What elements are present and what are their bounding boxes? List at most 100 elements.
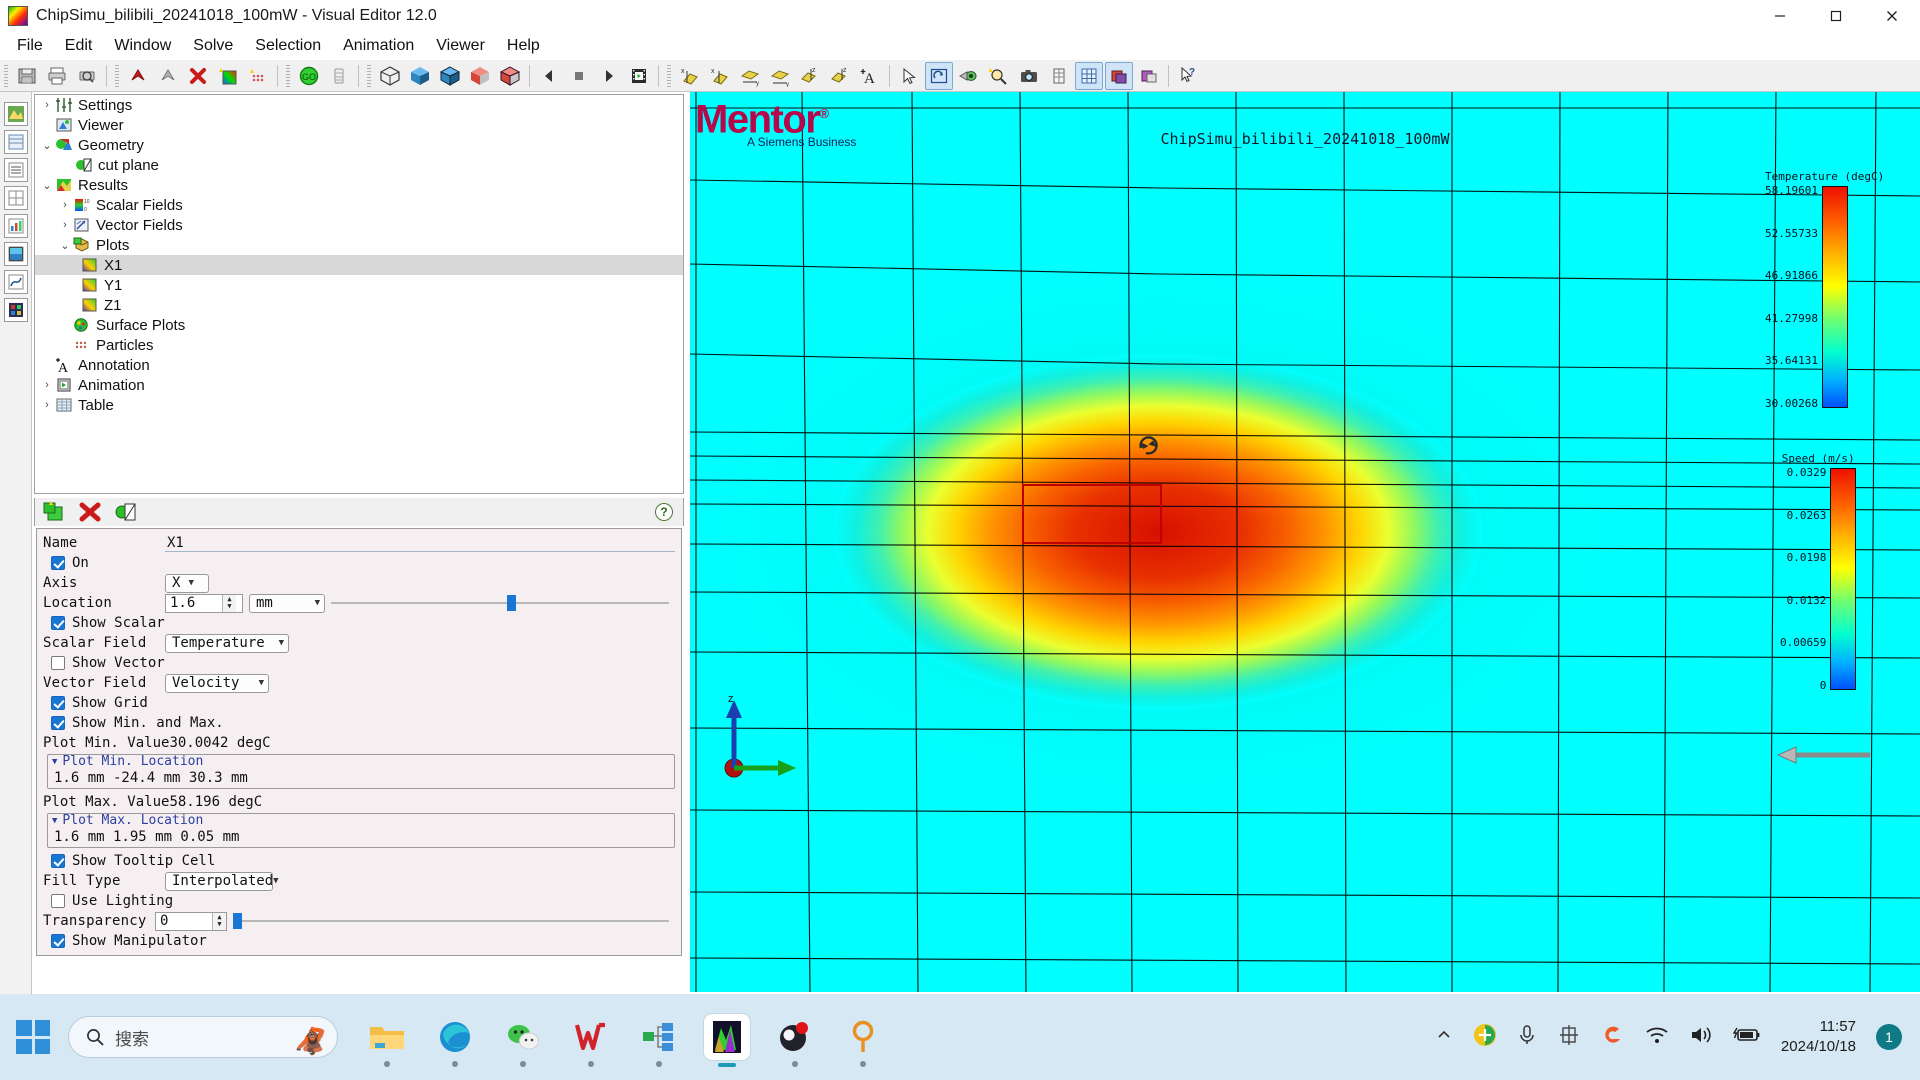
toolbar-grip[interactable]	[286, 64, 290, 87]
tree-node-y1[interactable]: Y1	[35, 275, 683, 295]
table-icon[interactable]	[1045, 62, 1073, 90]
menu-help[interactable]: Help	[496, 34, 551, 58]
rail-list-icon[interactable]	[3, 158, 28, 182]
solid-blue-view-icon[interactable]	[406, 62, 434, 90]
menu-file[interactable]: File	[6, 34, 54, 58]
print-icon[interactable]	[43, 62, 71, 90]
color-toggle-icon[interactable]	[1135, 62, 1163, 90]
file-explorer-icon[interactable]	[364, 1014, 410, 1067]
mesh-icon[interactable]	[325, 62, 353, 90]
redo-icon[interactable]	[154, 62, 182, 90]
zoom-view-icon[interactable]	[985, 62, 1013, 90]
tree-node-z1[interactable]: Z1	[35, 295, 683, 315]
tree-node-results[interactable]: ⌄ Results	[35, 175, 683, 195]
help-button[interactable]: ?	[655, 503, 673, 521]
transparency-slider[interactable]	[233, 913, 669, 929]
maximize-button[interactable]	[1808, 0, 1864, 32]
cut-plane-x-icon[interactable]: x	[676, 62, 704, 90]
axis-select[interactable]: X ▼	[165, 573, 209, 593]
plot-max-location-header[interactable]: ▼ Plot Max. Location	[52, 813, 670, 828]
tree-node-cut-plane[interactable]: cut plane	[35, 155, 683, 175]
stepper-arrows-icon[interactable]: ▲ ▼	[222, 594, 236, 612]
rail-image-icon[interactable]	[3, 298, 28, 322]
stepper-arrows-icon[interactable]: ▲ ▼	[212, 912, 226, 930]
help-pointer-icon[interactable]: ?	[1174, 62, 1202, 90]
rail-curve-icon[interactable]	[3, 270, 28, 294]
print-preview-icon[interactable]	[73, 62, 101, 90]
toolbar-grip[interactable]	[4, 64, 8, 87]
go-solve-icon[interactable]: GO	[295, 62, 323, 90]
chevron-up-icon[interactable]	[1435, 1026, 1453, 1049]
chevron-right-icon[interactable]: ›	[39, 377, 55, 393]
show-manipulator-checkbox[interactable]	[51, 934, 65, 948]
minimize-button[interactable]	[1752, 0, 1808, 32]
save-icon[interactable]	[13, 62, 41, 90]
menu-solve[interactable]: Solve	[182, 34, 244, 58]
taskbar-clock[interactable]: 11:57 2024/10/18	[1781, 1017, 1856, 1057]
start-button[interactable]	[16, 1020, 50, 1054]
show-grid-checkbox[interactable]	[51, 696, 65, 710]
rotate-view-icon[interactable]	[925, 61, 953, 90]
new-plot-icon[interactable]	[214, 62, 242, 90]
rail-sheet-icon[interactable]	[3, 130, 28, 154]
chevron-right-icon[interactable]: ›	[39, 397, 55, 413]
location-slider[interactable]	[331, 595, 669, 611]
tree-node-table[interactable]: › Table	[35, 395, 683, 415]
3d-viewport[interactable]: Mentor® A Siemens Business ChipSimu_bili…	[690, 92, 1920, 992]
menu-animation[interactable]: Animation	[332, 34, 425, 58]
tree-node-plots[interactable]: ⌄ Plots	[35, 235, 683, 255]
menu-edit[interactable]: Edit	[54, 34, 104, 58]
location-slider-thumb[interactable]	[506, 595, 516, 611]
add-annotation-icon[interactable]: A	[856, 62, 884, 90]
wps-office-icon[interactable]	[568, 1014, 614, 1067]
toolbar-grip[interactable]	[115, 64, 119, 87]
location-stepper[interactable]: 1.6 ▲ ▼	[165, 593, 243, 613]
plot-min-location-header[interactable]: ▼ Plot Min. Location	[52, 754, 670, 769]
tree-node-x1[interactable]: X1	[35, 255, 683, 275]
sogou-icon[interactable]	[1601, 1023, 1625, 1052]
film-icon[interactable]	[625, 62, 653, 90]
security-shield-icon[interactable]	[1473, 1023, 1497, 1052]
chevron-right-icon[interactable]: ›	[57, 217, 73, 233]
vector-field-select[interactable]: Velocity ▼	[165, 673, 269, 693]
microsoft-edge-icon[interactable]	[432, 1014, 478, 1067]
undo-icon[interactable]	[124, 62, 152, 90]
volume-icon[interactable]	[1689, 1025, 1713, 1050]
project-tree[interactable]: › Settings Viewer ⌄ Geometry cut plane ⌄…	[34, 94, 684, 494]
new-plot-button[interactable]	[41, 500, 67, 524]
toggle-plot-button[interactable]	[113, 500, 139, 524]
layers-icon[interactable]	[1105, 61, 1133, 90]
grid-toggle-icon[interactable]	[1075, 61, 1103, 90]
play-forward-icon[interactable]	[595, 62, 623, 90]
menu-viewer[interactable]: Viewer	[425, 34, 496, 58]
cut-plane-y-icon[interactable]: y	[736, 62, 764, 90]
name-input[interactable]	[165, 534, 675, 552]
tree-node-particles[interactable]: Particles	[35, 335, 683, 355]
chevron-down-icon[interactable]: ⌄	[57, 237, 73, 253]
tree-node-animation[interactable]: › Animation	[35, 375, 683, 395]
tree-node-scalar-fields[interactable]: › 10 0 Scalar Fields	[35, 195, 683, 215]
play-back-icon[interactable]	[535, 62, 563, 90]
transparency-stepper[interactable]: 0 ▲ ▼	[155, 911, 227, 931]
tree-node-geometry[interactable]: ⌄ Geometry	[35, 135, 683, 155]
taskbar-search-box[interactable]: 搜索 🦧	[68, 1016, 338, 1058]
wechat-icon[interactable]	[500, 1014, 546, 1067]
visual-editor-icon[interactable]	[704, 1014, 750, 1067]
fill-type-select[interactable]: Interpolated ▼	[165, 871, 279, 891]
transparency-slider-thumb[interactable]	[233, 913, 242, 929]
xmind-icon[interactable]	[636, 1014, 682, 1067]
show-tooltip-checkbox[interactable]	[51, 854, 65, 868]
outline-blue-view-icon[interactable]	[436, 62, 464, 90]
show-minmax-checkbox[interactable]	[51, 716, 65, 730]
toolbar-grip[interactable]	[667, 64, 671, 87]
menu-window[interactable]: Window	[103, 34, 182, 58]
menu-selection[interactable]: Selection	[244, 34, 332, 58]
tree-node-settings[interactable]: › Settings	[35, 95, 683, 115]
select-pointer-icon[interactable]	[895, 62, 923, 90]
rail-chart-icon[interactable]	[3, 214, 28, 238]
new-particles-icon[interactable]	[244, 62, 272, 90]
cut-plane-x2-icon[interactable]: x	[706, 62, 734, 90]
use-lighting-checkbox[interactable]	[51, 894, 65, 908]
on-checkbox[interactable]	[51, 556, 65, 570]
scalar-field-select[interactable]: Temperature ▼	[165, 633, 289, 653]
